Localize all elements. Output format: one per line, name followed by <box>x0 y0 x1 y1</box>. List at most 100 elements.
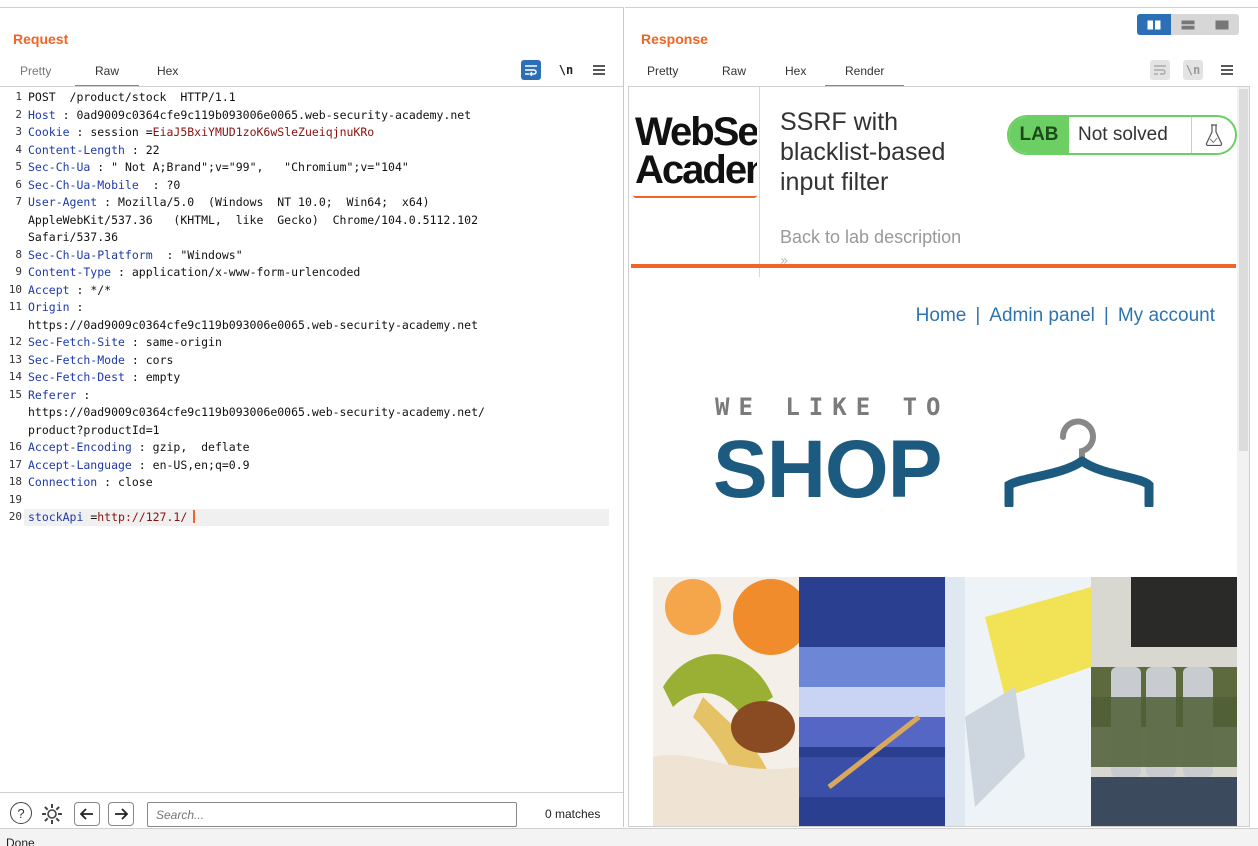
nav-separator: | <box>1103 305 1109 326</box>
next-match-button[interactable] <box>108 802 134 826</box>
line-number: 8 <box>15 247 22 261</box>
header-name: Referer <box>28 387 77 402</box>
line-number: 1 <box>15 90 22 103</box>
top-nav: Home | Admin panel | My account <box>916 305 1215 327</box>
nav-admin-panel-link[interactable]: Admin panel <box>989 305 1095 326</box>
header-name: Sec-Fetch-Site <box>28 335 125 349</box>
wrap-lines-icon[interactable] <box>521 60 541 80</box>
header-name: Host <box>28 107 56 122</box>
menu-icon[interactable] <box>1217 60 1237 80</box>
tab-raw[interactable]: Raw <box>722 63 746 87</box>
header-divider <box>759 87 760 277</box>
side-by-side-layout-icon[interactable] <box>1137 14 1171 35</box>
nav-my-account-link[interactable]: My account <box>1118 305 1215 326</box>
search-input[interactable] <box>147 802 517 827</box>
request-line[interactable]: AppleWebKit/537.36 (KHTML, like Gecko) C… <box>28 213 478 227</box>
header-name: Content-Type <box>28 265 112 279</box>
newline-toggle-icon[interactable]: \n <box>1183 60 1203 80</box>
lab-label: LAB <box>1009 117 1069 153</box>
menu-icon[interactable] <box>589 60 609 80</box>
header-name: stockApi <box>28 510 84 524</box>
request-line[interactable]: Content-Length : 22 <box>28 143 160 157</box>
request-line[interactable]: Sec-Fetch-Dest : empty <box>28 370 180 384</box>
tabbed-layout-icon[interactable] <box>1205 14 1239 35</box>
line-number: 4 <box>15 142 22 156</box>
line-number: 16 <box>8 440 22 453</box>
status-bar: Done <box>0 828 1258 846</box>
header-name: Sec-Ch-Ua-Mobile <box>28 177 139 192</box>
request-line[interactable]: https://0ad9009c0364cfe9c119b093006e0065… <box>28 318 478 332</box>
request-line[interactable]: Safari/537.36 <box>28 230 118 244</box>
line-number: 10 <box>8 282 22 296</box>
stacked-layout-icon[interactable] <box>1171 14 1205 35</box>
request-editor[interactable]: 1 POST /product/stock HTTP/1.1 2 Host : 0ad… <box>0 86 623 786</box>
request-line[interactable]: Accept-Language : en-US,en;q=0.9 <box>28 458 250 472</box>
line-number: 12 <box>8 335 22 348</box>
line-number: 5 <box>15 160 22 173</box>
request-line[interactable]: Accept-Encoding : gzip, deflate <box>28 440 250 454</box>
request-title: Request <box>13 31 69 47</box>
tab-pretty[interactable]: Pretty <box>20 63 51 87</box>
line-number: 14 <box>8 370 22 383</box>
previous-match-button[interactable] <box>74 802 100 826</box>
request-line[interactable]: Sec-Ch-Ua-Mobile : ?0 <box>28 178 180 192</box>
request-line[interactable]: Sec-Fetch-Mode : cors <box>28 353 173 367</box>
header-name: Cookie <box>28 125 70 139</box>
request-line[interactable]: Content-Type : application/x-www-form-ur… <box>28 265 360 279</box>
render-scrollbar[interactable] <box>1237 87 1249 826</box>
product-image-abstract[interactable] <box>799 577 945 826</box>
header-name: Accept <box>28 282 70 297</box>
nav-separator: | <box>975 305 981 326</box>
request-line[interactable]: Sec-Ch-Ua-Platform : "Windows" <box>28 248 243 262</box>
hanger-icon <box>1003 395 1155 511</box>
product-image-particles[interactable] <box>945 577 1091 826</box>
line-number: 2 <box>15 107 22 121</box>
wrap-lines-icon[interactable] <box>1150 60 1170 80</box>
line-number: 9 <box>15 265 22 278</box>
line-number: 15 <box>8 387 22 401</box>
product-image-food[interactable] <box>653 577 799 826</box>
scrollbar-thumb[interactable] <box>1239 89 1248 451</box>
header-name: Sec-Fetch-Dest <box>28 370 125 384</box>
line-number: 19 <box>8 492 22 506</box>
nav-home-link[interactable]: Home <box>916 305 967 326</box>
request-line[interactable]: Connection : close <box>28 475 153 489</box>
line-number: 17 <box>8 457 22 471</box>
header-name: User-Agent <box>28 195 98 209</box>
header-rule <box>631 264 1236 268</box>
line-number: 13 <box>8 352 22 366</box>
lab-title: SSRF with blacklist-based input filter <box>780 108 946 196</box>
response-title: Response <box>641 31 708 47</box>
request-line[interactable]: stockApi =http://127.1/ <box>28 510 196 524</box>
newline-toggle-icon[interactable]: \n <box>556 60 576 80</box>
request-line[interactable]: Cookie : session =EiaJ5BxiYMUD1zoK6wSleZ… <box>28 125 374 139</box>
line-number: 7 <box>15 195 22 208</box>
request-line[interactable]: User-Agent : Mozilla/5.0 (Windows NT 10.… <box>28 195 430 209</box>
burp-repeater-window: Request Pretty Raw Hex \n 1 POST /product… <box>0 0 1258 846</box>
line-number: 20 <box>8 510 22 523</box>
request-line[interactable]: Sec-Ch-Ua : " Not A;Brand";v="99", "Chro… <box>28 160 409 174</box>
tab-raw[interactable]: Raw <box>74 63 140 87</box>
settings-gear-icon[interactable] <box>40 802 64 826</box>
line-number: 3 <box>15 125 22 138</box>
request-line[interactable]: Sec-Fetch-Site : same-origin <box>28 335 222 349</box>
product-image-beer-belt[interactable] <box>1091 577 1237 826</box>
header-name: Connection <box>28 475 98 489</box>
request-line[interactable]: Origin : <box>28 300 83 314</box>
request-line[interactable]: https://0ad9009c0364cfe9c119b093006e0065… <box>28 405 485 419</box>
param-value: http://127.1/ <box>97 510 188 524</box>
request-line[interactable]: product?productId=1 <box>28 423 160 437</box>
request-line[interactable]: POST /product/stock HTTP/1.1 <box>28 90 236 104</box>
match-count: 0 matches <box>545 807 601 821</box>
request-line[interactable]: Host : 0ad9009c0364cfe9c119b093006e0065.… <box>28 108 471 122</box>
tab-hex[interactable]: Hex <box>785 63 806 87</box>
request-line[interactable]: Referer : <box>28 388 90 402</box>
help-icon[interactable]: ? <box>10 802 32 824</box>
request-line[interactable]: Accept : */* <box>28 283 111 297</box>
back-to-lab-link[interactable]: Back to lab description <box>780 227 961 248</box>
header-name: Accept-Encoding <box>28 440 132 454</box>
tab-render[interactable]: Render <box>824 63 905 87</box>
tab-pretty[interactable]: Pretty <box>647 63 678 87</box>
tab-hex[interactable]: Hex <box>157 63 178 87</box>
shop-title: SHOP <box>713 424 942 515</box>
